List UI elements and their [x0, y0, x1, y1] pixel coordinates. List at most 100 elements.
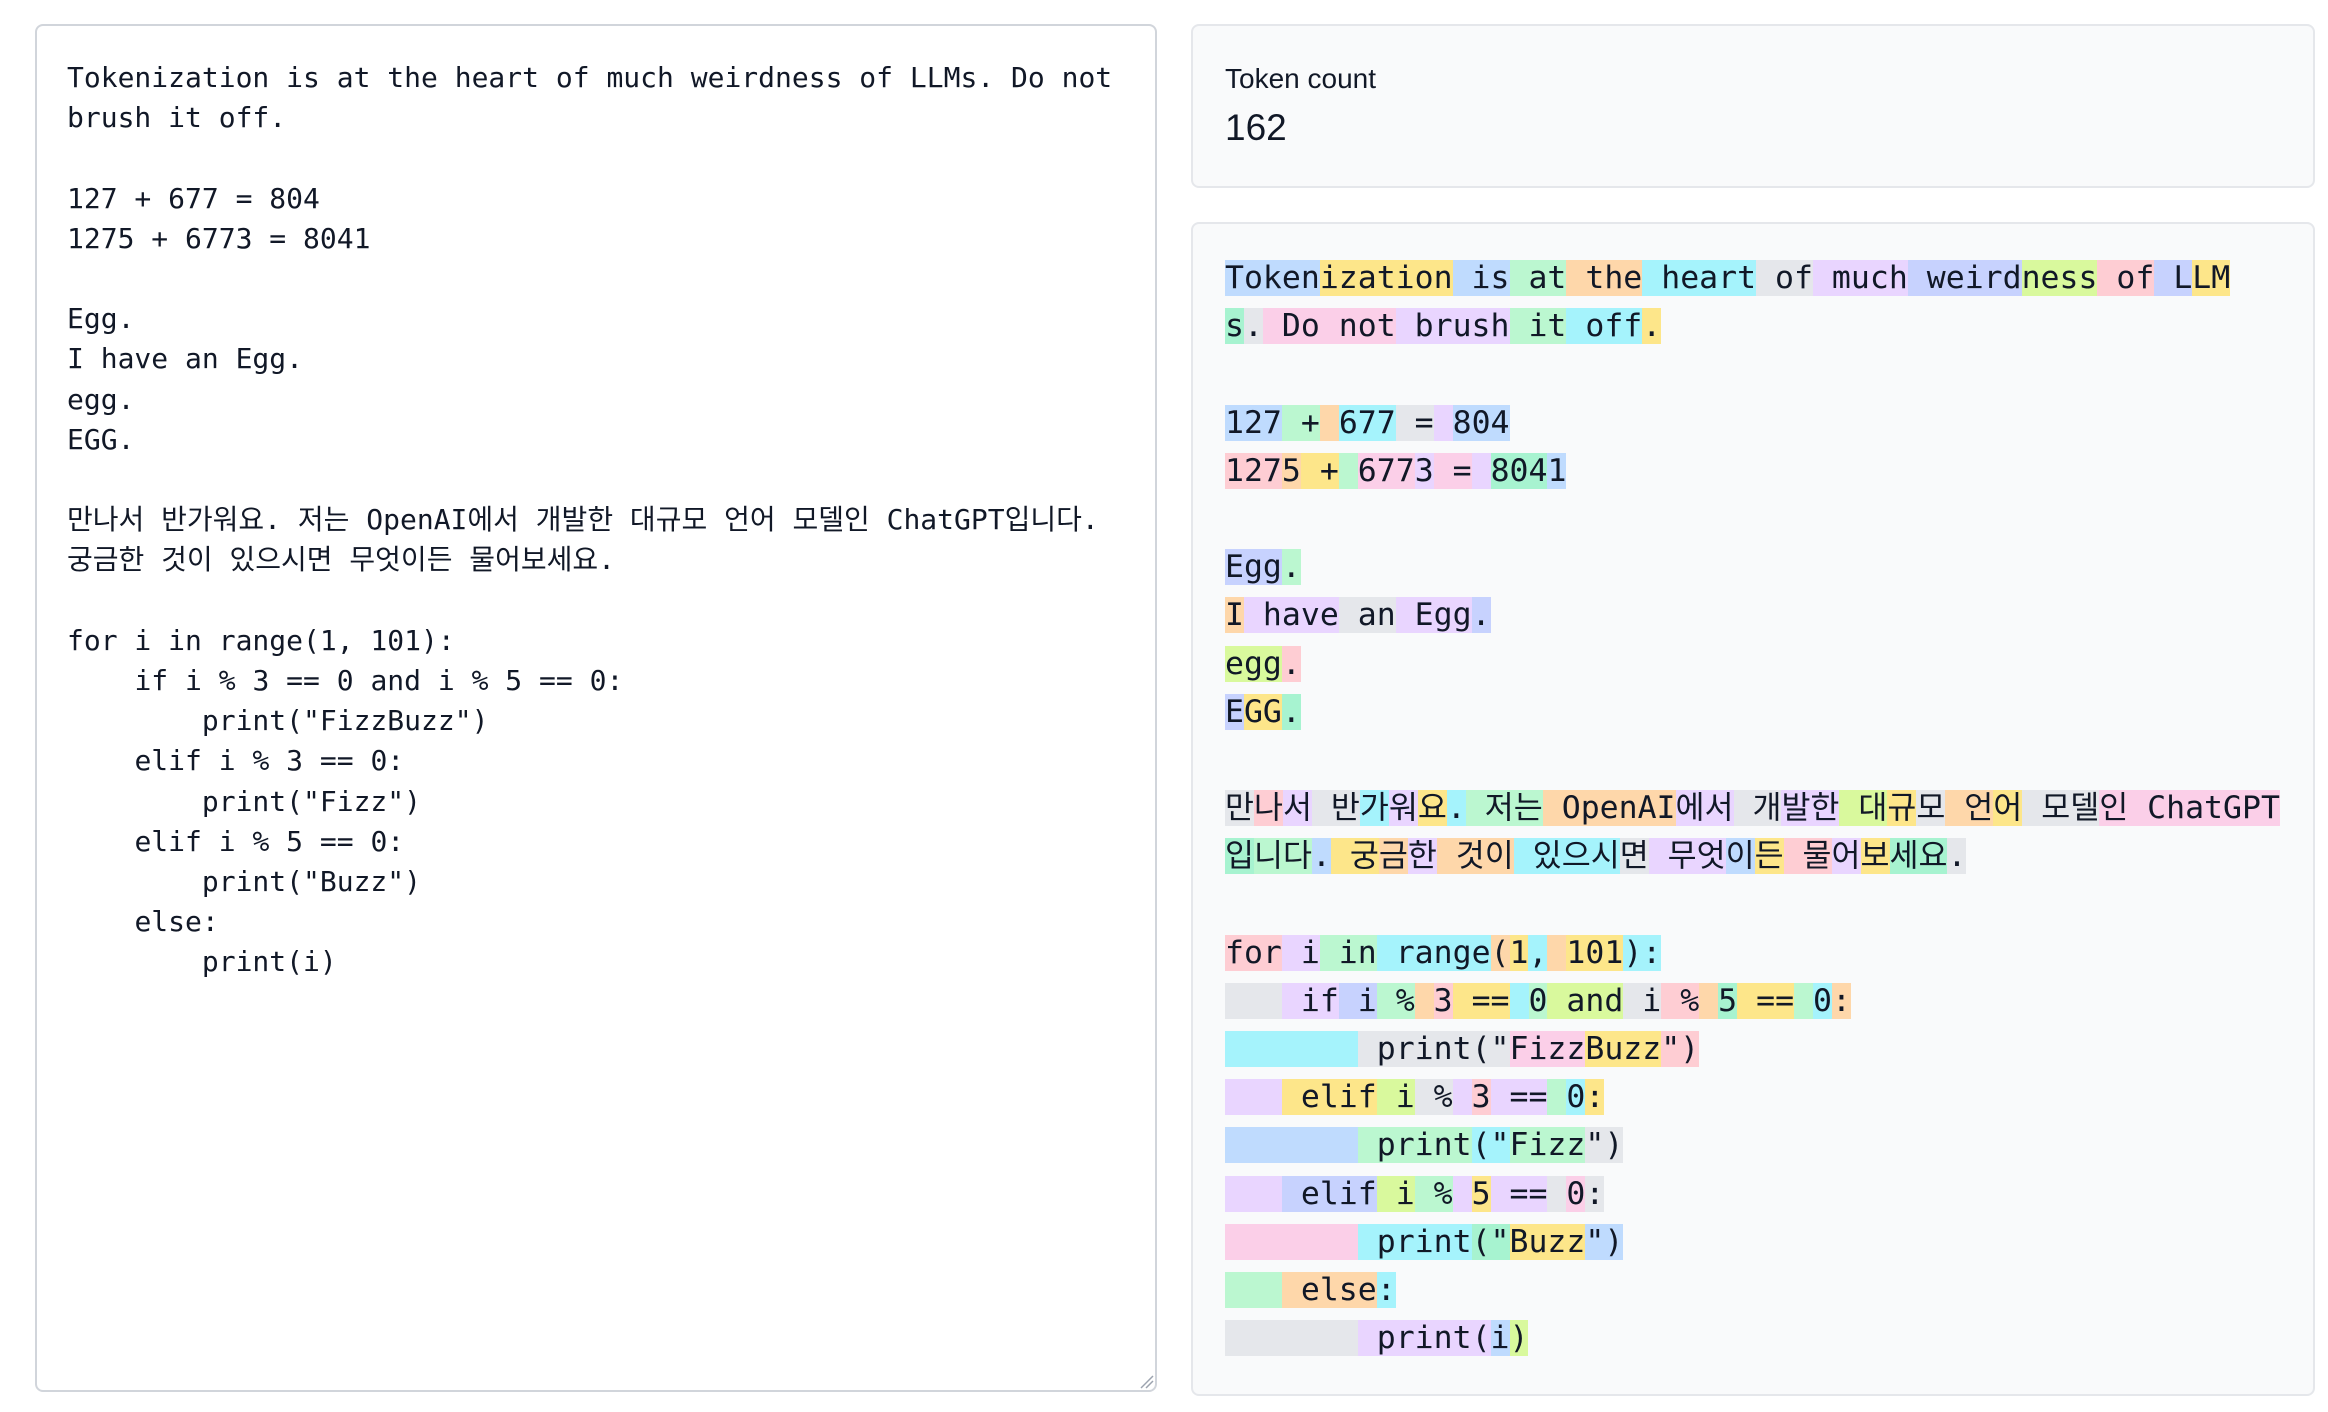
token — [1471, 452, 1491, 489]
token: in — [1319, 934, 1377, 971]
token — [1547, 1079, 1567, 1116]
token: 나 — [1253, 790, 1283, 827]
token: . — [1281, 645, 1301, 682]
token: 127 — [1225, 452, 1282, 489]
token: 가 — [1359, 790, 1389, 827]
token: i — [1338, 982, 1377, 1019]
token: 0 — [1813, 982, 1832, 1019]
token: s — [1225, 308, 1244, 345]
token — [1225, 1031, 1358, 1067]
token: == — [1737, 982, 1795, 1019]
token: 127 — [1225, 404, 1282, 441]
token: 0 — [1528, 982, 1548, 1019]
token: 804 — [1490, 452, 1548, 489]
token — [1452, 1079, 1472, 1116]
token: E — [1225, 693, 1244, 730]
token-count-label: Token count — [1225, 63, 1376, 94]
token: 반 — [1311, 790, 1360, 827]
token: . — [1947, 838, 1967, 875]
token: 모 — [2022, 790, 2071, 827]
token: I — [1225, 597, 1244, 634]
token: i — [1376, 1079, 1415, 1116]
token: 1 — [1509, 934, 1529, 971]
token-line: print("FizzBuzz") — [1225, 1025, 2281, 1073]
token — [1452, 1175, 1472, 1212]
token: 804 — [1452, 404, 1510, 441]
token: it — [1509, 308, 1567, 345]
token: is — [1452, 260, 1510, 296]
token: i — [1490, 1320, 1510, 1357]
resize-handle-icon[interactable] — [1138, 1373, 1154, 1389]
token: . — [1243, 308, 1263, 345]
token — [1225, 1271, 1282, 1308]
token: 3 — [1433, 982, 1453, 1019]
token — [1414, 982, 1434, 1019]
token: 어 — [1993, 790, 2023, 827]
token: 입 — [1225, 838, 1254, 875]
token: print — [1357, 1223, 1472, 1260]
token: . — [1281, 549, 1301, 586]
token: Fizz — [1509, 1127, 1586, 1164]
token: range — [1376, 934, 1491, 971]
token: print — [1357, 1127, 1472, 1164]
token: 있 — [1513, 838, 1562, 875]
token: . — [1281, 693, 1301, 730]
token: (" — [1471, 1031, 1510, 1067]
token: % — [1661, 982, 1700, 1019]
token: ) — [1509, 1320, 1529, 1357]
token: 세요 — [1889, 838, 1948, 875]
token: and — [1547, 982, 1624, 1019]
token: much — [1812, 260, 1908, 296]
token-line: else: — [1225, 1266, 2281, 1314]
token: GG — [1243, 693, 1282, 730]
token: 만 — [1225, 790, 1254, 827]
token: 개 — [1733, 790, 1782, 827]
token: 5 — [1718, 982, 1738, 1019]
token: 면 — [1619, 838, 1649, 875]
token: Buzz — [1509, 1223, 1586, 1260]
token: GPT — [2223, 790, 2280, 827]
token: 워 — [1388, 790, 1418, 827]
token: 규 — [1887, 790, 1917, 827]
token-line: elif i % 5 == 0: — [1225, 1170, 2281, 1218]
token: 0 — [1566, 1079, 1586, 1116]
token: elif — [1281, 1175, 1377, 1212]
token-line: elif i % 3 == 0: — [1225, 1073, 2281, 1121]
token: + — [1300, 452, 1339, 489]
token: the — [1566, 260, 1643, 296]
token: 궁 — [1330, 838, 1379, 875]
token: 0 — [1566, 1175, 1586, 1212]
token: i — [1376, 1175, 1415, 1212]
token: of — [1756, 260, 1813, 296]
token: LM — [2192, 260, 2231, 296]
token-line: for i in range(1, 101): — [1225, 929, 2281, 977]
token: AI — [1637, 790, 1676, 827]
token-count-value: 162 — [1225, 107, 1287, 148]
input-textarea[interactable] — [35, 24, 1157, 1392]
token: if — [1281, 982, 1339, 1019]
token: i — [1281, 934, 1320, 971]
token: % — [1414, 1175, 1453, 1212]
token: , — [1528, 934, 1548, 971]
token-line — [1225, 880, 2281, 928]
token-line: print("Buzz") — [1225, 1218, 2281, 1266]
token: == — [1490, 1175, 1548, 1212]
token-line — [1225, 495, 2281, 543]
token: print — [1357, 1031, 1472, 1067]
token: Token — [1225, 260, 1320, 296]
token: weird — [1907, 260, 2022, 296]
token — [1433, 404, 1453, 441]
token: 는 — [1513, 790, 1543, 827]
token: L — [2154, 260, 2193, 296]
token-line — [1225, 736, 2281, 784]
token-line: s. Do not brush it off. — [1225, 302, 2281, 350]
token: ( — [1471, 1320, 1491, 1357]
token-count-panel: Token count 162 — [1191, 24, 2315, 188]
token: 든 — [1754, 838, 1784, 875]
token-line: if i % 3 == 0 and i % 5 == 0: — [1225, 977, 2281, 1025]
token: ") — [1585, 1223, 1624, 1260]
token-line: Tokenization is at the heart of much wei… — [1225, 254, 2281, 302]
token: : — [1585, 1079, 1605, 1116]
token: not — [1319, 308, 1396, 345]
token: % — [1376, 982, 1415, 1019]
